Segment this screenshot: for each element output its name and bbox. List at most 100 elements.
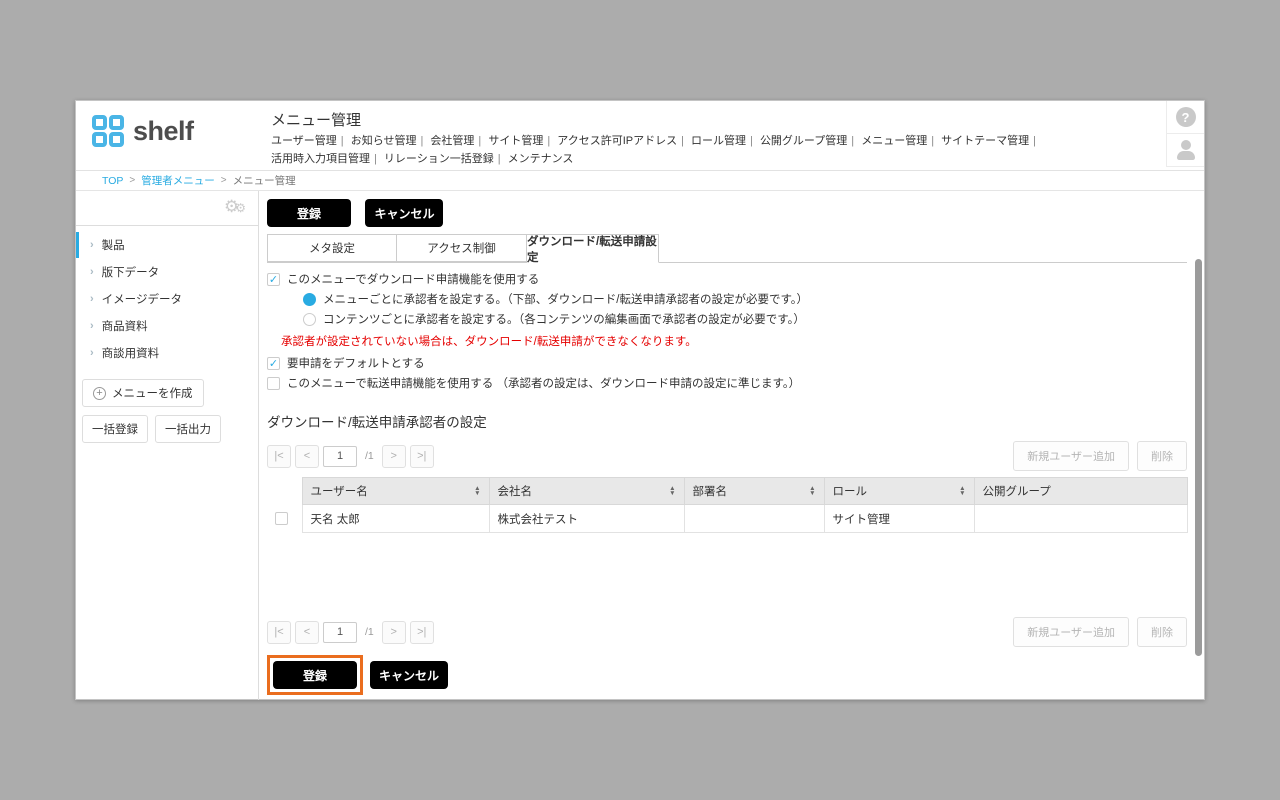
approver-table: ユーザー名 ▲▼ 会社名 ▲▼ 部署名 ▲▼ ロール ▲▼ (267, 477, 1188, 533)
approver-list-controls-top: |< < /1 > >| 新規ユーザー追加 削除 (267, 441, 1187, 471)
chevron-right-icon: › (90, 266, 94, 278)
sort-icon[interactable]: ▲▼ (809, 486, 815, 496)
nav-company-mgmt[interactable]: 会社管理 (430, 135, 474, 147)
nav-maintenance[interactable]: メンテナンス (508, 153, 574, 165)
column-header-department[interactable]: 部署名 ▲▼ (684, 478, 824, 505)
sidebar-item-sales-docs[interactable]: › 商談用資料 (76, 340, 258, 366)
approver-list-controls-bottom: |< < /1 > >| 新規ユーザー追加 削除 (267, 617, 1187, 647)
last-page-button[interactable]: >| (410, 621, 434, 644)
sidebar-item-label: 製品 (102, 237, 125, 253)
add-user-button-bottom[interactable]: 新規ユーザー追加 (1013, 617, 1129, 647)
action-highlight-box: 登録 (267, 655, 363, 695)
tab-access-control[interactable]: アクセス制御 (397, 234, 527, 262)
next-page-button[interactable]: > (382, 445, 406, 468)
pagination-top: |< < /1 > >| (267, 445, 434, 468)
row-checkbox[interactable] (275, 512, 288, 525)
cancel-button-top[interactable]: キャンセル (365, 199, 443, 227)
prev-page-button[interactable]: < (295, 621, 319, 644)
nav-site-mgmt[interactable]: サイト管理 (488, 135, 543, 147)
breadcrumb: TOP > 管理者メニュー > メニュー管理 (76, 171, 1204, 191)
help-icon: ? (1176, 107, 1196, 127)
default-required-checkbox[interactable]: ✓ (267, 357, 280, 370)
tab-download-transfer-settings[interactable]: ダウンロード/転送申請設定 (527, 234, 659, 263)
cancel-button-bottom[interactable]: キャンセル (370, 661, 448, 689)
nav-site-theme-mgmt[interactable]: サイトテーマ管理 (941, 135, 1029, 147)
cell-department (684, 505, 824, 533)
breadcrumb-top[interactable]: TOP (102, 175, 123, 187)
main-content: 登録 キャンセル メタ設定 アクセス制御 ダウンロード/転送申請設定 ✓ このメ… (259, 191, 1208, 700)
add-user-button-top[interactable]: 新規ユーザー追加 (1013, 441, 1129, 471)
sidebar-item-label: 商談用資料 (102, 345, 160, 361)
cell-user-name: 天名 太郎 (302, 505, 489, 533)
approver-per-menu-label: メニューごとに承認者を設定する。（下部、ダウンロード/転送申請承認者の設定が必要… (323, 291, 808, 307)
sidebar: ⚙⚙ › 製品 › 版下データ › イメージデータ › 商品資料 (76, 191, 259, 700)
delete-button-top[interactable]: 削除 (1137, 441, 1187, 471)
page-number-input[interactable] (323, 446, 357, 467)
bulk-register-button[interactable]: 一括登録 (82, 415, 148, 443)
default-required-label: 要申請をデフォルトとする (287, 355, 425, 371)
chevron-right-icon: › (90, 320, 94, 332)
chevron-right-icon: › (90, 239, 94, 251)
use-transfer-checkbox[interactable] (267, 377, 280, 390)
cell-role: サイト管理 (824, 505, 974, 533)
page-total-label: /1 (365, 626, 374, 638)
column-header-role[interactable]: ロール ▲▼ (824, 478, 974, 505)
nav-ip-allow[interactable]: アクセス許可IPアドレス (557, 135, 677, 147)
user-icon (1176, 140, 1196, 160)
help-button[interactable]: ? (1166, 101, 1204, 134)
register-button-bottom[interactable]: 登録 (273, 661, 357, 689)
approver-per-content-radio[interactable] (303, 313, 316, 326)
nav-user-mgmt[interactable]: ユーザー管理 (271, 135, 337, 147)
sidebar-item-hanshita-data[interactable]: › 版下データ (76, 259, 258, 285)
settings-gear-icon[interactable]: ⚙⚙ (224, 197, 246, 217)
sidebar-item-label: イメージデータ (102, 291, 182, 307)
sidebar-item-image-data[interactable]: › イメージデータ (76, 286, 258, 312)
nav-role-mgmt[interactable]: ロール管理 (691, 135, 746, 147)
sidebar-header: ⚙⚙ (76, 191, 258, 226)
sidebar-item-label: 商品資料 (102, 318, 148, 334)
approver-warning-text: 承認者が設定されていない場合は、ダウンロード/転送申請ができなくなります。 (281, 333, 1188, 349)
vertical-scrollbar-thumb[interactable] (1195, 259, 1202, 656)
first-page-button[interactable]: |< (267, 621, 291, 644)
settings-tabs: メタ設定 アクセス制御 ダウンロード/転送申請設定 (267, 234, 1187, 263)
shelf-logo-icon (92, 115, 124, 147)
admin-nav-row2: 活用時入力項目管理| リレーション一括登録| メンテナンス (271, 152, 1151, 166)
page-title: メニュー管理 (271, 109, 1151, 130)
create-menu-button[interactable]: + メニューを作成 (82, 379, 204, 407)
download-settings-form: ✓ このメニューでダウンロード申請機能を使用する メニューごとに承認者を設定する… (267, 271, 1188, 391)
use-download-checkbox[interactable]: ✓ (267, 273, 280, 286)
approver-per-menu-radio[interactable] (303, 293, 316, 306)
title-block: メニュー管理 ユーザー管理| お知らせ管理| 会社管理| サイト管理| アクセス… (271, 109, 1151, 166)
sort-icon[interactable]: ▲▼ (474, 486, 480, 496)
register-button-top[interactable]: 登録 (267, 199, 351, 227)
use-download-label: このメニューでダウンロード申請機能を使用する (287, 271, 539, 287)
top-action-row: 登録 キャンセル (267, 199, 1188, 227)
column-header-company[interactable]: 会社名 ▲▼ (489, 478, 684, 505)
shelf-logo[interactable]: shelf (92, 115, 194, 147)
first-page-button[interactable]: |< (267, 445, 291, 468)
account-button[interactable] (1166, 134, 1204, 167)
breadcrumb-admin-menu[interactable]: 管理者メニュー (141, 173, 215, 188)
table-header-row: ユーザー名 ▲▼ 会社名 ▲▼ 部署名 ▲▼ ロール ▲▼ (267, 478, 1187, 505)
next-page-button[interactable]: > (382, 621, 406, 644)
nav-menu-mgmt[interactable]: メニュー管理 (861, 135, 927, 147)
tab-meta-settings[interactable]: メタ設定 (267, 234, 397, 262)
sort-icon[interactable]: ▲▼ (959, 486, 965, 496)
last-page-button[interactable]: >| (410, 445, 434, 468)
breadcrumb-current: メニュー管理 (233, 173, 296, 188)
page-number-input[interactable] (323, 622, 357, 643)
sidebar-item-product[interactable]: › 製品 (76, 232, 258, 258)
nav-notice-mgmt[interactable]: お知らせ管理 (351, 135, 417, 147)
prev-page-button[interactable]: < (295, 445, 319, 468)
corner-icons: ? (1166, 101, 1204, 167)
column-header-user-name[interactable]: ユーザー名 ▲▼ (302, 478, 489, 505)
sidebar-item-product-docs[interactable]: › 商品資料 (76, 313, 258, 339)
bulk-export-button[interactable]: 一括出力 (155, 415, 221, 443)
approver-section-title: ダウンロード/転送申請承認者の設定 (267, 411, 1188, 431)
delete-button-bottom[interactable]: 削除 (1137, 617, 1187, 647)
nav-input-item-mgmt[interactable]: 活用時入力項目管理 (271, 153, 370, 165)
nav-public-group-mgmt[interactable]: 公開グループ管理 (760, 135, 847, 147)
nav-relation-bulk[interactable]: リレーション一括登録 (384, 153, 494, 165)
sort-icon[interactable]: ▲▼ (669, 486, 675, 496)
use-transfer-label: このメニューで転送申請機能を使用する （承認者の設定は、ダウンロード申請の設定に… (287, 375, 800, 391)
